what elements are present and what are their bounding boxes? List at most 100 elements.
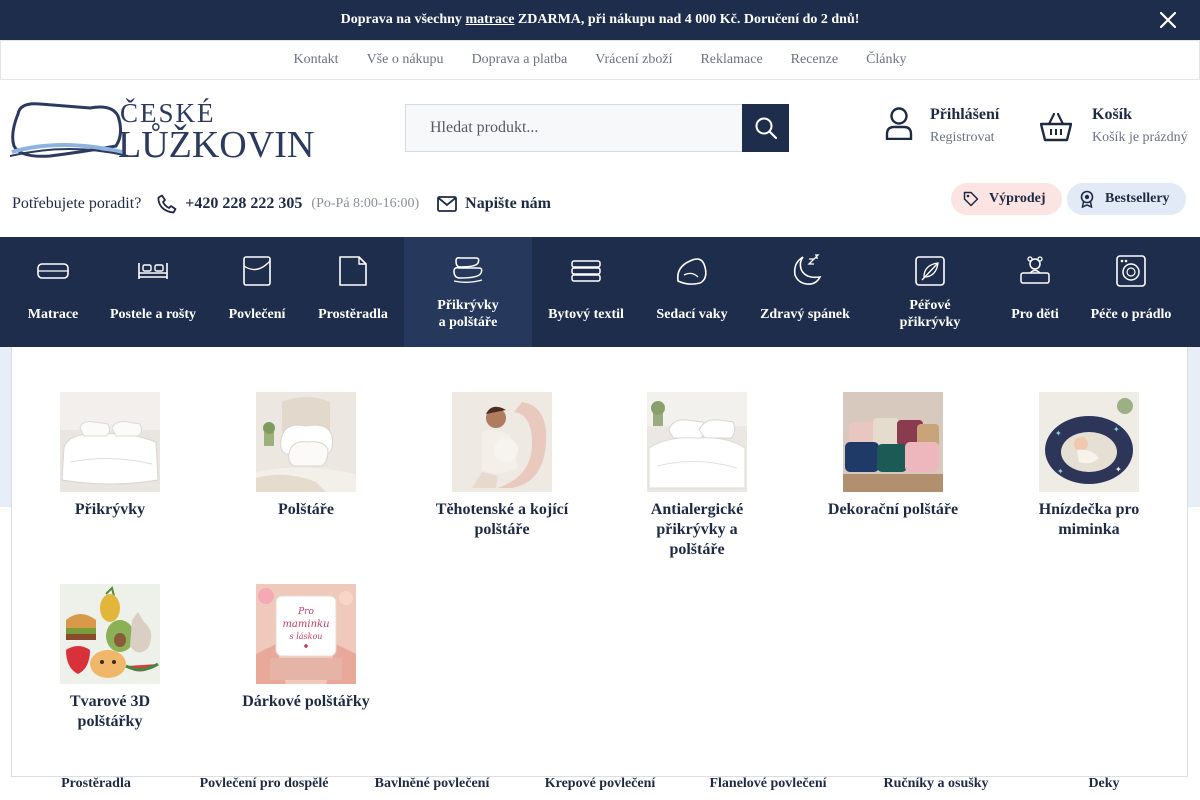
- nav-pece-o-pradlo[interactable]: Péče o prádlo: [1085, 237, 1177, 347]
- nav-label: Matrace: [27, 306, 79, 322]
- subnav-recenze[interactable]: Recenze: [791, 52, 838, 68]
- feather-icon: [915, 256, 945, 286]
- promo-suffix: ZDARMA, při nákupu nad 4 000 Kč. Doručen…: [517, 12, 860, 27]
- award-icon: [1080, 190, 1094, 208]
- nav-pro-deti[interactable]: Pro děti: [1001, 237, 1069, 347]
- nav-prikryvky[interactable]: Přikrývky a polštáře: [404, 237, 532, 347]
- mail-link[interactable]: Napište nám: [437, 195, 551, 213]
- subcategory-peek-row: Prostěradla Povlečení pro dospělé Bavlně…: [0, 776, 1200, 800]
- promo-prefix: Doprava na všechny: [340, 12, 462, 27]
- promo-banner: Doprava na všechny matrace ZDARMA, při n…: [0, 0, 1200, 40]
- nav-label: Přikrývky a polštáře: [437, 298, 499, 330]
- textile-icon: [571, 260, 601, 282]
- envelope-icon: [437, 196, 458, 212]
- shaped-pillows-image: [60, 584, 160, 684]
- account-link[interactable]: Přihlášení Registrovat: [884, 106, 999, 146]
- peek-flanelove[interactable]: Flanelové povlečení: [709, 776, 826, 792]
- gift-pillow-text-3: s láskou: [290, 632, 323, 641]
- beanbag-icon: [676, 258, 707, 285]
- nav-label: Sedací vaky: [656, 306, 728, 322]
- dropdown-item-tehotenske[interactable]: Těhotenské a kojící polštáře: [432, 392, 572, 540]
- phone-number: +420 228 222 305: [185, 195, 303, 212]
- dropdown-item-label: Antialergické přikrývky a polštáře: [650, 501, 744, 558]
- basket-icon: [1040, 112, 1072, 142]
- subnav-doprava[interactable]: Doprava a platba: [472, 52, 568, 68]
- register-label[interactable]: Registrovat: [930, 130, 999, 146]
- nav-sedaci-vaky[interactable]: Sedací vaky: [648, 237, 736, 347]
- svg-text:✦: ✦: [1055, 429, 1062, 438]
- mattress-icon: [37, 263, 69, 279]
- dropdown-item-label: Hnízdečka pro miminka: [1038, 501, 1140, 538]
- phone-link[interactable]: +420 228 222 305: [157, 194, 302, 214]
- close-icon[interactable]: [1158, 10, 1178, 30]
- nav-zdravy-spanek[interactable]: Zdravý spánek: [752, 237, 858, 347]
- bestsellers-button[interactable]: Bestsellery: [1067, 183, 1186, 215]
- tag-icon: [963, 191, 979, 207]
- nav-label: Zdravý spánek: [760, 306, 850, 322]
- opening-hours: (Po-Pá 8:00-16:00): [311, 196, 420, 211]
- sale-button[interactable]: Výprodej: [951, 183, 1062, 215]
- category-nav: Matrace Postele a rošty Povlečení Prostě…: [0, 237, 1200, 347]
- subnav-vraceni[interactable]: Vrácení zboží: [595, 52, 672, 68]
- baby-nest-image: ✦ ✦ ✦ ✦: [1039, 392, 1139, 492]
- promo-link[interactable]: matrace: [465, 12, 514, 28]
- peek-prosteradla[interactable]: Prostěradla: [61, 776, 131, 792]
- pillow-image: [256, 392, 356, 492]
- duvet-image: [60, 392, 160, 492]
- subnav-kontakt[interactable]: Kontakt: [293, 52, 338, 68]
- nav-perove-prikryvky[interactable]: Péřové přikrývky: [880, 237, 980, 347]
- dropdown-item-label: Tvarové 3D polštářky: [69, 693, 151, 730]
- category-dropdown: Přikrývky Polštáře Těhotenské a kojící p…: [11, 347, 1188, 777]
- nav-povleceni[interactable]: Povlečení: [220, 237, 294, 347]
- nav-postele[interactable]: Postele a rošty: [103, 237, 203, 347]
- search-input[interactable]: [405, 104, 742, 152]
- login-label: Přihlášení: [930, 106, 1000, 123]
- phone-icon: [157, 194, 177, 214]
- washing-machine-icon: [1116, 255, 1146, 287]
- teddy-bear-icon: [1020, 256, 1050, 284]
- search-icon: [755, 117, 777, 139]
- nav-matrace[interactable]: Matrace: [20, 237, 86, 347]
- nav-label: Povlečení: [228, 306, 286, 322]
- nav-label: Pro děti: [1011, 306, 1059, 322]
- peek-bavlnene[interactable]: Bavlněné povlečení: [375, 776, 490, 792]
- nav-prosteradla[interactable]: Prostěradla: [311, 237, 395, 347]
- nav-label: Postele a rošty: [109, 306, 197, 322]
- help-label: Potřebujete poradit?: [12, 195, 142, 212]
- bedding-icon: [243, 256, 271, 286]
- subnav-clanky[interactable]: Články: [866, 52, 906, 68]
- dropdown-item-label: Polštáře: [278, 501, 334, 518]
- peek-povleceni-dospele[interactable]: Povlečení pro dospělé: [200, 776, 329, 792]
- dropdown-item-tvarove[interactable]: Tvarové 3D polštářky: [40, 584, 180, 732]
- dropdown-item-hnizdecka[interactable]: ✦ ✦ ✦ ✦ Hnízdečka pro miminka: [1019, 392, 1159, 540]
- pregnancy-pillow-image: [452, 392, 552, 492]
- site-logo[interactable]: ČESKÉ LŮŽKOVINY: [10, 94, 315, 164]
- nav-label: Prostěradla: [318, 306, 388, 322]
- dropdown-item-antialergicke[interactable]: Antialergické přikrývky a polštáře: [627, 392, 767, 560]
- peek-deky[interactable]: Deky: [1088, 776, 1119, 792]
- peek-rucniky[interactable]: Ručníky a osušky: [883, 776, 988, 792]
- cart-status: Košík je prázdný: [1092, 130, 1188, 145]
- nav-label: Péče o prádlo: [1090, 306, 1172, 322]
- subnav-nakup[interactable]: Vše o nákupu: [367, 52, 444, 68]
- dropdown-item-label: Přikrývky: [74, 501, 146, 518]
- contact-row: Potřebujete poradit? +420 228 222 305 (P…: [12, 190, 551, 218]
- dropdown-item-prikryvky[interactable]: Přikrývky: [40, 392, 180, 520]
- dropdown-item-darkove[interactable]: Pro maminku s láskou Dárkové polštářky: [236, 584, 376, 712]
- moon-icon: [793, 254, 822, 285]
- pillow-stack-icon: [453, 257, 483, 283]
- cart-label: Košík: [1092, 106, 1133, 123]
- subnav-reklamace[interactable]: Reklamace: [700, 52, 762, 68]
- peek-krepove[interactable]: Krepové povlečení: [545, 776, 656, 792]
- dropdown-item-polstare[interactable]: Polštáře: [236, 392, 376, 520]
- svg-text:✦: ✦: [1057, 467, 1064, 476]
- gift-pillow-image: Pro maminku s láskou: [256, 584, 356, 684]
- nav-bytovy-textil[interactable]: Bytový textil: [541, 237, 631, 347]
- user-icon: [885, 107, 913, 140]
- search-button[interactable]: [742, 104, 789, 152]
- search-bar: [405, 104, 789, 152]
- cart-link[interactable]: Košík Košík je prázdný: [1040, 106, 1188, 146]
- decorative-pillows-image: [843, 392, 943, 492]
- bestsellers-label: Bestsellery: [1105, 191, 1170, 206]
- dropdown-item-dekoracni[interactable]: Dekorační polštáře: [823, 392, 963, 520]
